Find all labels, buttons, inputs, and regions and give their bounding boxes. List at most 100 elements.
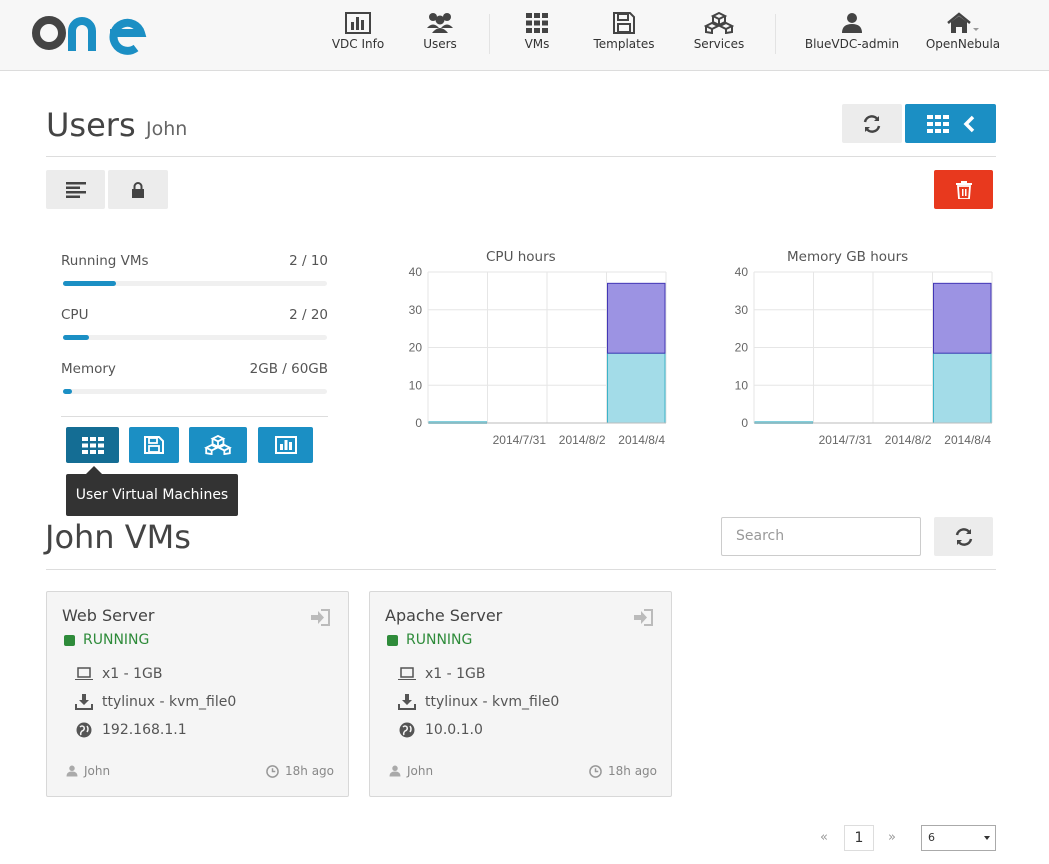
tooltip-arrow [86,466,102,474]
grid-icon [926,114,949,133]
nav-vdc-info-label: VDC Info [331,37,385,51]
quota-cpu-value: 2 / 20 [289,307,328,323]
pagination-current-page[interactable]: 1 [844,825,874,851]
header-divider [46,156,996,157]
y-tick-label: 40 [409,265,423,279]
lock-icon [132,181,144,198]
nav-zone-label: OpenNebula [925,37,1001,51]
home-icon [947,12,979,33]
vm-size-row: x1 - 1GB [75,666,163,682]
vm-owner-label: John [407,764,434,778]
user-accounting-button[interactable] [258,427,313,463]
trash-icon [955,180,972,199]
quota-running-vms-value: 2 / 10 [289,253,328,269]
y-tick-label: 30 [735,303,749,317]
quota-running-vms-fill [63,281,116,286]
user-icon [389,765,401,777]
nav-zone-menu[interactable]: OpenNebula [922,12,1004,51]
nav-vms[interactable]: VMs [497,12,577,51]
nav-vdc-info[interactable]: VDC Info [318,12,398,51]
grid-icon [526,13,548,33]
vm-owner-label: John [84,764,111,778]
download-icon [398,694,416,710]
vm-image-row: ttylinux - kvm_file0 [398,694,559,710]
cpu-hours-chart: 0 10 20 30 40 2014/7/31 2014/8/2 2014/8/4 [409,265,667,447]
bar-chart-icon [274,436,297,454]
x-tick-label: 2014/8/2 [559,433,606,447]
nav-user-menu[interactable]: BlueVDC-admin [802,12,902,51]
globe-icon [399,722,415,738]
user-templates-button[interactable] [129,427,179,463]
tab-info[interactable] [46,170,105,209]
vm-age-label: 18h ago [608,764,658,778]
back-to-list-button[interactable] [905,104,996,143]
vm-image: ttylinux - kvm_file0 [102,694,237,710]
vm-age-label: 18h ago [285,764,335,778]
nav-templates[interactable]: Templates [584,12,664,51]
vm-name: Apache Server [385,606,503,625]
pagination-next[interactable]: » [888,830,896,845]
user-vms-button[interactable] [66,427,119,463]
user-services-button[interactable] [189,427,247,463]
nav-vms-label: VMs [524,37,550,51]
y-tick-label: 20 [409,341,423,355]
vm-size: x1 - 1GB [102,666,163,682]
y-tick-label: 30 [409,303,423,317]
tab-auth[interactable] [108,170,168,209]
top-bar: VDC Info Users VMs Templates Services Bl… [0,0,1049,71]
console-login-icon[interactable] [633,609,653,626]
nav-users[interactable]: Users [400,12,480,51]
y-tick-label: 10 [409,378,423,392]
cubes-icon [704,12,734,34]
tooltip: User Virtual Machines [66,474,238,516]
opennebula-logo[interactable] [32,11,148,55]
x-tick-label: 2014/8/4 [618,433,665,447]
quota-running-vms-label: Running VMs [61,253,149,269]
chevron-left-icon [963,115,974,132]
chevron-down-icon [984,836,990,840]
status-dot [64,634,75,646]
refresh-button[interactable] [842,104,902,143]
refresh-icon [863,114,881,133]
search-input[interactable]: Search [721,517,921,556]
vm-owner: John [66,764,110,778]
x-tick-label: 2014/7/31 [493,433,547,447]
pagination-prev[interactable]: « [820,830,828,845]
y-tick-label: 10 [735,378,749,392]
vms-section-title: John VMs [45,518,191,556]
vm-status: RUNNING [64,632,149,648]
nav-services-label: Services [693,37,745,51]
page-size-select[interactable]: 6 [921,825,996,851]
vms-refresh-button[interactable] [934,517,993,556]
page-title: Users [46,106,136,144]
vm-image: ttylinux - kvm_file0 [425,694,560,710]
laptop-icon [75,667,93,680]
nav-divider [489,14,490,54]
quota-cpu-bar [63,335,327,340]
nav-services[interactable]: Services [679,12,759,51]
nav-users-label: Users [423,37,457,51]
delete-button[interactable] [934,170,993,209]
y-tick-label: 0 [415,416,422,430]
bar [607,352,666,424]
page-size-value: 6 [928,831,935,844]
status-dot [387,634,398,646]
laptop-icon [398,667,416,680]
vm-card[interactable]: Web Server RUNNING x1 - 1GB ttylinux - k… [46,591,349,797]
vm-card[interactable]: Apache Server RUNNING x1 - 1GB ttylinux … [369,591,672,797]
memory-gb-hours-chart: 0 10 20 30 40 2014/7/31 2014/8/2 2014/8/4 [735,265,993,447]
vm-size: x1 - 1GB [425,666,486,682]
nav-templates-label: Templates [593,37,655,51]
x-tick-label: 2014/8/4 [944,433,991,447]
users-icon [427,13,453,33]
user-icon [66,765,78,777]
download-icon [75,694,93,710]
grid-icon [81,436,104,454]
user-icon [842,13,862,33]
quota-cpu-label: CPU [61,307,89,323]
vm-ip: 192.168.1.1 [102,722,187,738]
clock-icon [266,764,279,778]
vm-owner: John [389,764,433,778]
bar [607,282,666,354]
console-login-icon[interactable] [310,609,330,626]
